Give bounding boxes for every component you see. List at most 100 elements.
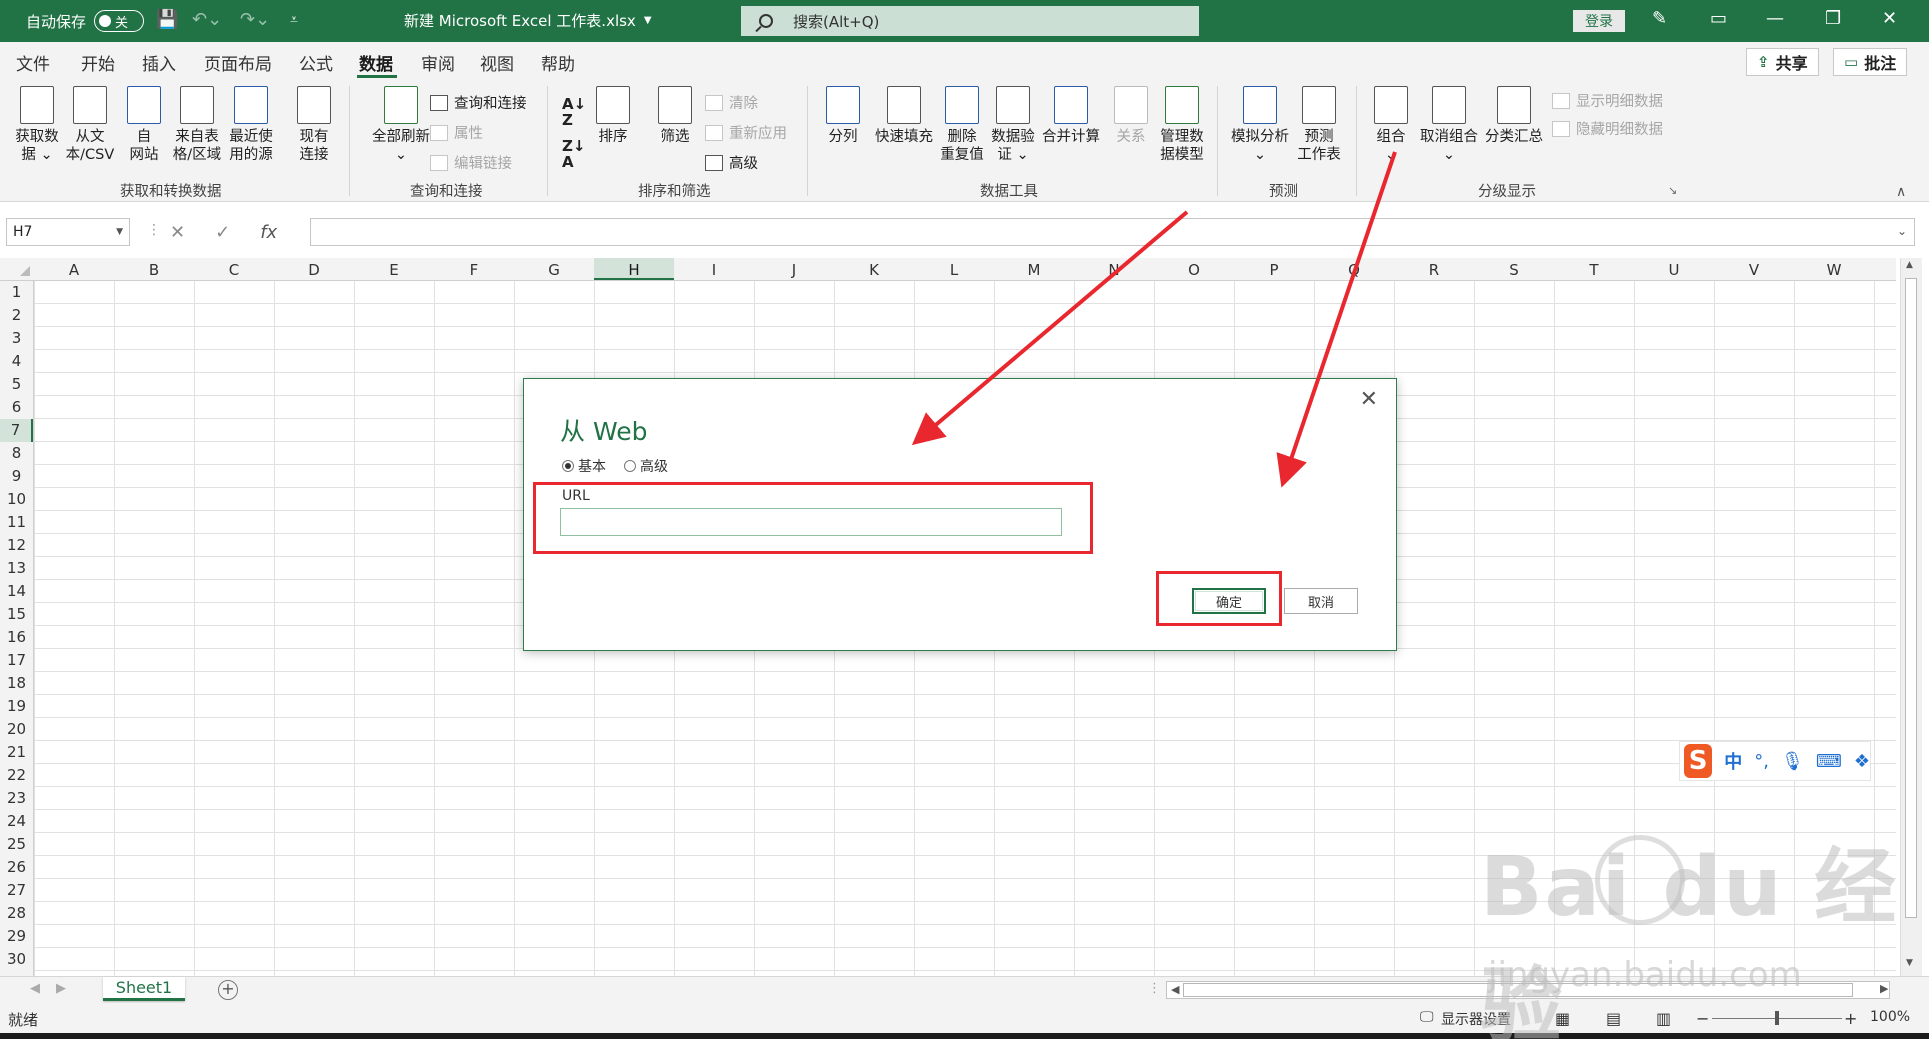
tab-data[interactable]: 数据 (359, 50, 393, 75)
restore-icon[interactable]: ❐ (1825, 8, 1841, 29)
row-header[interactable]: 3 (0, 329, 33, 347)
row-header[interactable]: 24 (0, 812, 33, 830)
document-title[interactable]: 新建 Microsoft Excel 工作表.xlsx ▼ (404, 10, 652, 31)
reapply-button[interactable]: 重新应用 (705, 122, 787, 143)
autosave-toggle[interactable]: 关 (94, 10, 145, 32)
add-sheet-icon[interactable]: + (218, 980, 238, 1000)
column-header[interactable]: A (34, 261, 114, 279)
column-header[interactable]: Q (1314, 261, 1394, 279)
show-detail-button[interactable]: 显示明细数据 (1552, 90, 1663, 111)
hide-detail-button[interactable]: 隐藏明细数据 (1552, 118, 1663, 139)
row-header[interactable]: 2 (0, 306, 33, 324)
dialog-launcher-icon[interactable]: ↘ (1668, 184, 1677, 197)
tab-help[interactable]: 帮助 (541, 50, 575, 75)
tab-formulas[interactable]: 公式 (299, 50, 333, 75)
ime-mode-label[interactable]: 中 (1724, 748, 1742, 774)
collapse-ribbon-icon[interactable]: ∧ (1896, 184, 1906, 200)
select-all-icon[interactable] (20, 266, 30, 276)
punctuation-icon[interactable]: °, (1754, 751, 1769, 772)
text-to-columns-button[interactable]: 分列 (816, 86, 870, 146)
column-header[interactable]: S (1474, 261, 1554, 279)
radio-advanced[interactable]: 高级 (624, 456, 668, 476)
row-header[interactable]: 10 (0, 490, 33, 508)
column-header[interactable]: M (994, 261, 1074, 279)
row-header[interactable]: 21 (0, 743, 33, 761)
row-header[interactable]: 14 (0, 582, 33, 600)
from-table-button[interactable]: 来自表 格/区域 (170, 86, 224, 164)
row-header-selected[interactable]: 7 (0, 419, 33, 442)
undo-icon[interactable]: ↶⌄ (192, 9, 222, 30)
redo-icon[interactable]: ↷⌄ (240, 9, 270, 30)
column-header[interactable]: K (834, 261, 914, 279)
get-data-button[interactable]: 获取数 据 ⌄ (10, 86, 64, 164)
enter-icon[interactable]: ✓ (215, 222, 230, 243)
row-header[interactable]: 23 (0, 789, 33, 807)
row-header[interactable]: 8 (0, 444, 33, 462)
column-header[interactable]: V (1714, 261, 1794, 279)
row-header[interactable]: 5 (0, 375, 33, 393)
row-header[interactable]: 6 (0, 398, 33, 416)
prev-sheet-icon[interactable]: ◀ (30, 981, 40, 996)
column-header[interactable]: L (914, 261, 994, 279)
microphone-icon[interactable]: 🎙 (1781, 751, 1804, 772)
expand-formula-bar-icon[interactable]: ⌄ (1897, 224, 1907, 238)
ime-toolbar[interactable]: S 中 °, 🎙 ⌨ ❖ (1679, 741, 1871, 781)
ungroup-button[interactable]: 取消组合 ⌄ (1417, 86, 1481, 164)
existing-connections-button[interactable]: 现有 连接 (287, 86, 341, 164)
sheet-tab[interactable]: Sheet1 (103, 977, 185, 1001)
row-header[interactable]: 22 (0, 766, 33, 784)
comments-button[interactable]: ▭ 批注 (1833, 48, 1908, 76)
column-header[interactable]: O (1154, 261, 1234, 279)
autosave[interactable]: 自动保存 关 (26, 10, 145, 32)
row-header[interactable]: 16 (0, 628, 33, 646)
row-header[interactable]: 11 (0, 513, 33, 531)
forecast-sheet-button[interactable]: 预测 工作表 (1292, 86, 1346, 164)
row-header[interactable]: 4 (0, 352, 33, 370)
column-header[interactable]: C (194, 261, 274, 279)
display-settings-icon[interactable]: 🖵 (1420, 1009, 1434, 1025)
recent-sources-button[interactable]: 最近使 用的源 (224, 86, 278, 164)
column-header[interactable]: F (434, 261, 514, 279)
sort-z-a-icon[interactable]: Z↓ A (562, 138, 585, 170)
tab-view[interactable]: 视图 (480, 50, 514, 75)
skin-icon[interactable]: ❖ (1854, 751, 1870, 772)
tab-insert[interactable]: 插入 (142, 50, 176, 75)
queries-connections-button[interactable]: 查询和连接 (430, 92, 527, 113)
refresh-all-button[interactable]: 全部刷新 ⌄ (364, 86, 438, 164)
advanced-filter-button[interactable]: 高级 (705, 152, 758, 173)
login-button[interactable]: 登录 (1573, 10, 1625, 32)
sort-a-z-icon[interactable]: A↓ Z (562, 96, 586, 128)
tab-review[interactable]: 审阅 (421, 50, 455, 75)
name-box[interactable]: H7 ▼ (6, 218, 130, 246)
column-header[interactable]: J (754, 261, 834, 279)
manage-data-model-button[interactable]: 管理数 据模型 (1155, 86, 1209, 164)
column-header[interactable]: R (1394, 261, 1474, 279)
save-icon[interactable]: 💾 (156, 9, 178, 30)
row-header[interactable]: 25 (0, 835, 33, 853)
keyboard-icon[interactable]: ⌨ (1816, 751, 1842, 772)
insert-function-icon[interactable]: fx (260, 222, 277, 243)
row-header[interactable]: 30 (0, 950, 33, 968)
row-header[interactable]: 28 (0, 904, 33, 922)
clear-filter-button[interactable]: 清除 (705, 92, 758, 113)
from-web-button[interactable]: 自 网站 (117, 86, 171, 164)
column-header[interactable]: U (1634, 261, 1714, 279)
column-header[interactable]: G (514, 261, 594, 279)
search-input[interactable]: 搜索(Alt+Q) (741, 6, 1199, 36)
ribbon-display-icon[interactable]: ▭ (1710, 8, 1727, 29)
row-header[interactable]: 29 (0, 927, 33, 945)
row-header[interactable]: 12 (0, 536, 33, 554)
what-if-analysis-button[interactable]: 模拟分析 ⌄ (1228, 86, 1292, 164)
properties-button[interactable]: 属性 (430, 122, 483, 143)
from-text-csv-button[interactable]: 从文 本/CSV (63, 86, 117, 164)
row-header[interactable]: 26 (0, 858, 33, 876)
filter-button[interactable]: 筛选 (648, 86, 702, 146)
pen-icon[interactable]: ✎ (1652, 8, 1667, 29)
scroll-left-icon[interactable]: ◀ (1171, 983, 1179, 996)
column-header[interactable]: D (274, 261, 354, 279)
minimize-icon[interactable]: — (1766, 8, 1784, 29)
row-header[interactable]: 19 (0, 697, 33, 715)
row-header[interactable]: 27 (0, 881, 33, 899)
close-icon[interactable]: ✕ (1882, 8, 1897, 29)
cancel-button[interactable]: 取消 (1284, 588, 1358, 614)
